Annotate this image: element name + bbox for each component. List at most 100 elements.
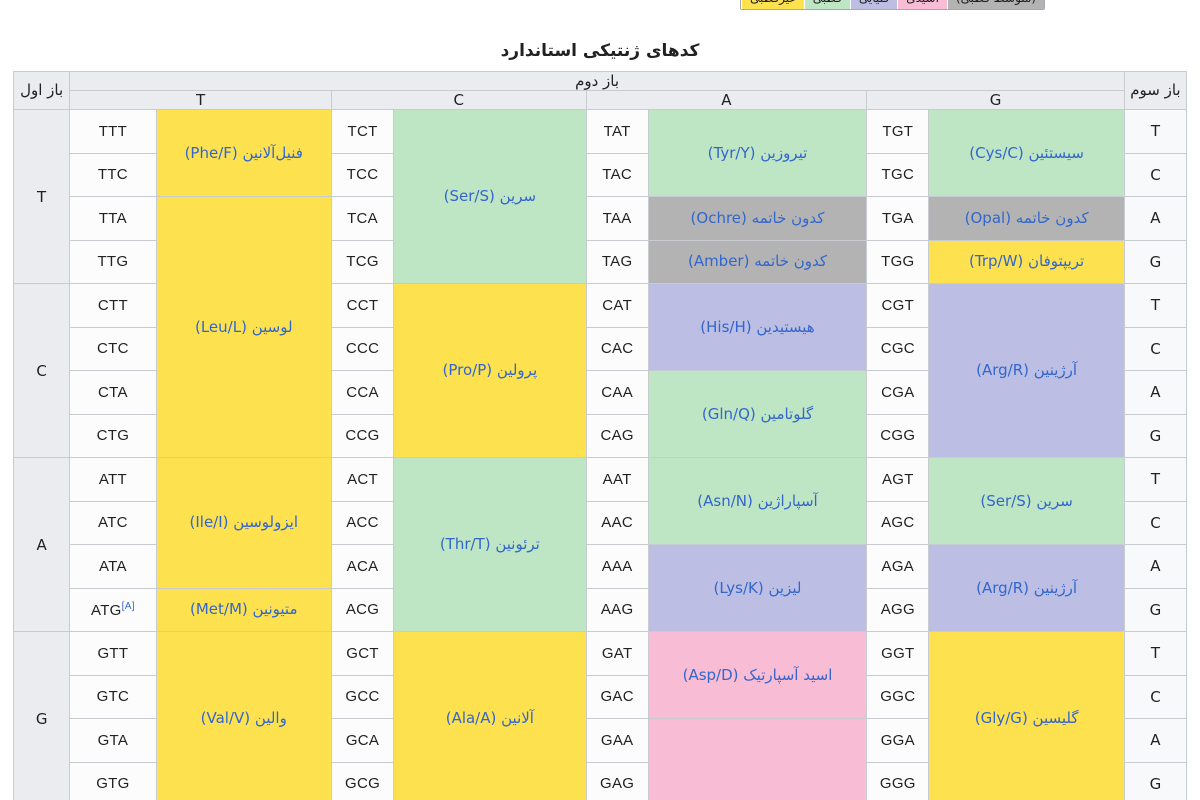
codon-cell[interactable]: TGG xyxy=(866,239,930,284)
codon-cell[interactable]: GAC xyxy=(585,674,649,719)
codon-cell[interactable]: AAA xyxy=(585,544,649,589)
amino-acid-gln[interactable]: گلوتامین (Gln/Q) xyxy=(647,370,868,458)
codon-cell[interactable]: CCT xyxy=(330,283,395,328)
codon-cell[interactable]: CAC xyxy=(585,326,649,371)
codon-cell[interactable]: CCA xyxy=(330,370,395,415)
codon-cell[interactable]: CTC xyxy=(69,326,157,371)
header-second-base-T: T xyxy=(69,90,332,110)
codon-cell[interactable]: TAT xyxy=(585,109,649,154)
codon-cell[interactable]: ACG xyxy=(330,587,395,632)
first-base-label: T xyxy=(12,109,71,284)
codon-cell[interactable]: TGA xyxy=(866,196,930,241)
codon-cell[interactable]: AAC xyxy=(585,500,649,545)
codon-cell[interactable]: GTA xyxy=(69,718,157,763)
codon-cell[interactable]: ACT xyxy=(330,457,395,502)
amino-acid-lys[interactable]: لیزین (Lys/K) xyxy=(647,544,868,632)
codon-cell[interactable]: CAA xyxy=(585,370,649,415)
amino-acid-asp[interactable]: اسید آسپارتیک (Asp/D) xyxy=(647,631,868,719)
codon-cell[interactable]: TTA xyxy=(69,196,157,241)
table-header-row-1: باز سوم باز دوم باز اول xyxy=(12,71,1188,110)
amino-acid-met[interactable]: متیونین (Met/M) xyxy=(155,587,332,632)
amino-acid-phe[interactable]: فنیل‌آلانین (Phe/F) xyxy=(155,109,332,197)
table-header-row-2: G A C T xyxy=(14,90,1187,110)
codon-text: ATG xyxy=(91,601,122,619)
amino-acid-thr[interactable]: ترئونین (Thr/T) xyxy=(393,457,587,632)
codon-cell[interactable]: GCG xyxy=(330,761,395,800)
codon-cell[interactable]: TAA xyxy=(585,196,649,241)
codon-cell[interactable]: TCG xyxy=(330,239,395,284)
codon-cell[interactable]: GGC xyxy=(866,674,930,719)
codon-cell[interactable]: CTG xyxy=(69,413,157,458)
codon-cell[interactable]: GTG xyxy=(69,761,157,800)
amino-acid-leu[interactable]: لوسین (Leu/L) xyxy=(155,196,332,458)
codon-cell[interactable]: CTA xyxy=(69,370,157,415)
codon-cell[interactable]: AGC xyxy=(866,500,930,545)
third-base-label: A xyxy=(1123,718,1188,763)
codon-cell[interactable]: AAT xyxy=(585,457,649,502)
codon-cell[interactable]: CAT xyxy=(585,283,649,328)
legend-item-polar: قطبی xyxy=(803,0,850,9)
codon-cell[interactable]: GCA xyxy=(330,718,395,763)
codon-cell[interactable]: TAG xyxy=(585,239,649,284)
codon-cell[interactable]: TGC xyxy=(866,152,930,197)
codon-cell[interactable]: ATA xyxy=(69,544,157,589)
stop-codon-ochre[interactable]: کدون خاتمه (Ochre) xyxy=(647,196,868,241)
amino-acid-arg-2[interactable]: آرژینین (Arg/R) xyxy=(928,544,1125,632)
amino-acid-ser[interactable]: سرین (Ser/S) xyxy=(393,109,587,284)
codon-cell[interactable]: TTT xyxy=(69,109,157,154)
codon-cell[interactable]: CAG xyxy=(585,413,649,458)
stop-codon-opal[interactable]: کدون خاتمه (Opal) xyxy=(928,196,1125,241)
codon-cell-atg[interactable]: [A]ATG xyxy=(69,587,157,632)
codon-cell[interactable]: TGT xyxy=(866,109,930,154)
amino-acid-pro[interactable]: پرولین (Pro/P) xyxy=(393,283,587,458)
codon-cell[interactable]: GAT xyxy=(585,631,649,676)
amino-acid-asn[interactable]: آسپاراژین (Asn/N) xyxy=(647,457,868,545)
stop-codon-amber[interactable]: کدون خاتمه (Amber) xyxy=(647,239,868,284)
codon-cell[interactable]: ATC xyxy=(69,500,157,545)
codon-cell[interactable]: TCT xyxy=(330,109,395,154)
codon-cell[interactable]: GGT xyxy=(866,631,930,676)
codon-cell[interactable]: CGG xyxy=(866,413,930,458)
codon-cell[interactable]: ATT xyxy=(69,457,157,502)
header-third-base: باز سوم xyxy=(1123,71,1188,110)
codon-cell[interactable]: GAG xyxy=(585,761,649,800)
codon-cell[interactable]: TCA xyxy=(330,196,395,241)
codon-cell[interactable]: GCC xyxy=(330,674,395,719)
amino-acid-arg[interactable]: آرژینین (Arg/R) xyxy=(928,283,1125,458)
codon-cell[interactable]: CGT xyxy=(866,283,930,328)
footnote-ref-a[interactable]: [A] xyxy=(122,601,135,612)
codon-cell[interactable]: CGC xyxy=(866,326,930,371)
codon-cell[interactable]: ACA xyxy=(330,544,395,589)
amino-acid-glu[interactable] xyxy=(647,718,868,800)
codon-cell[interactable]: AAG xyxy=(585,587,649,632)
codon-cell[interactable]: GCT xyxy=(330,631,395,676)
codon-cell[interactable]: GGG xyxy=(866,761,930,800)
codon-cell[interactable]: AGG xyxy=(866,587,930,632)
codon-cell[interactable]: AGA xyxy=(866,544,930,589)
codon-cell[interactable]: AGT xyxy=(866,457,930,502)
amino-acid-ser-2[interactable]: سرین (Ser/S) xyxy=(928,457,1125,545)
table-row: T گلیسین (Gly/G) GGT اسید آسپارتیک (Asp/… xyxy=(12,631,1188,800)
codon-cell[interactable]: ACC xyxy=(330,500,395,545)
amino-acid-gly[interactable]: گلیسین (Gly/G) xyxy=(928,631,1125,800)
codon-cell[interactable]: TTC xyxy=(69,152,157,197)
amino-acid-cys[interactable]: سیستئین (Cys/C) xyxy=(928,109,1125,197)
codon-cell[interactable]: GTT xyxy=(69,631,157,676)
codon-cell[interactable]: TAC xyxy=(585,152,649,197)
codon-cell[interactable]: GTC xyxy=(69,674,157,719)
codon-cell[interactable]: GAA xyxy=(585,718,649,763)
codon-cell[interactable]: CCG xyxy=(330,413,395,458)
amino-acid-ile[interactable]: ایزولوسین (Ile/I) xyxy=(155,457,332,589)
codon-cell[interactable]: CGA xyxy=(866,370,930,415)
codon-cell[interactable]: TTG xyxy=(69,239,157,284)
amino-acid-ala[interactable]: آلانین (Ala/A) xyxy=(393,631,587,800)
codon-cell[interactable]: TCC xyxy=(330,152,395,197)
amino-acid-tyr[interactable]: تیروزین (Tyr/Y) xyxy=(647,109,868,197)
legend-item-basic: قلیایی xyxy=(849,0,898,9)
amino-acid-trp[interactable]: تریپتوفان (Trp/W) xyxy=(928,239,1125,284)
amino-acid-his[interactable]: هیستیدین (His/H) xyxy=(647,283,868,371)
codon-cell[interactable]: GGA xyxy=(866,718,930,763)
codon-cell[interactable]: CCC xyxy=(330,326,395,371)
amino-acid-val[interactable]: والین (Val/V) xyxy=(155,631,332,800)
codon-cell[interactable]: CTT xyxy=(69,283,157,328)
